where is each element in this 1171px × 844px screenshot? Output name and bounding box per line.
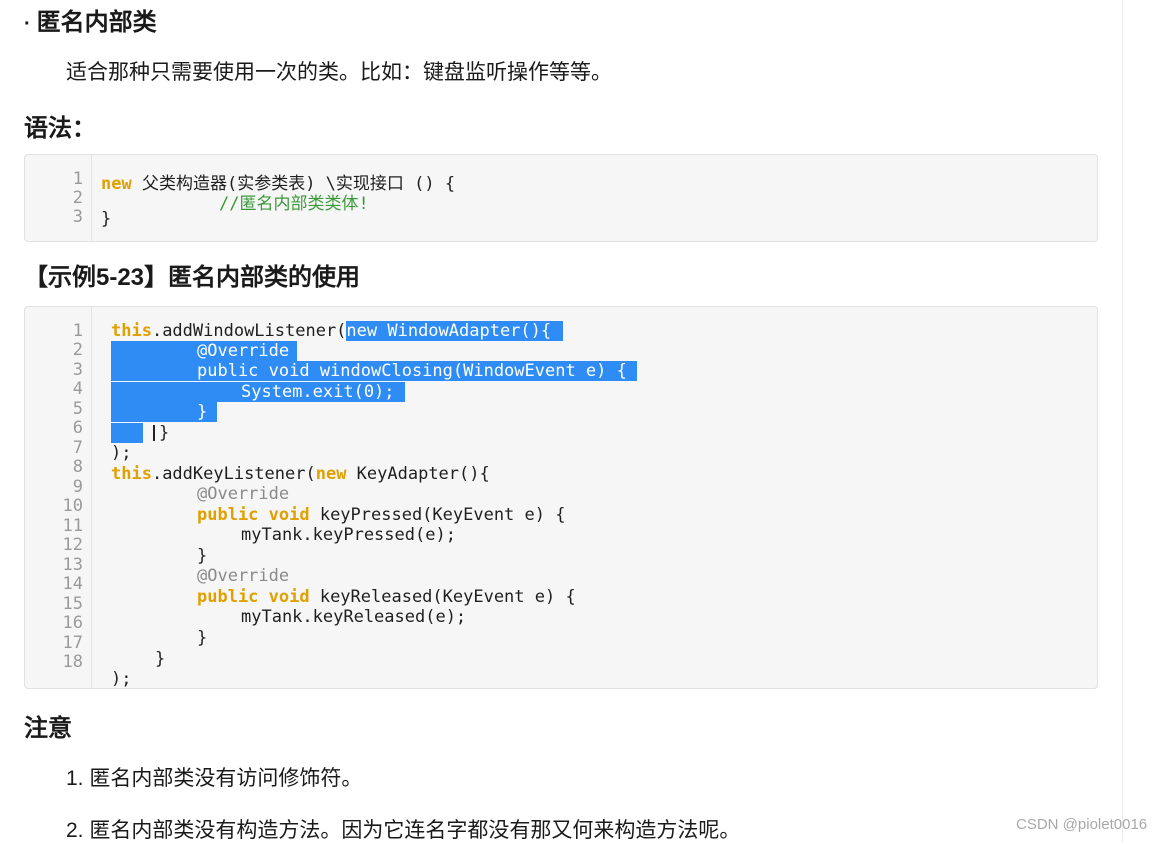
keyword: this <box>111 321 152 341</box>
selection-highlight <box>111 341 197 361</box>
code-annotation: @Override <box>197 566 290 586</box>
page-divider <box>1122 0 1123 842</box>
example-code-block[interactable]: 1 2 3 4 5 6 7 8 9 10 11 12 13 14 15 16 1… <box>24 306 1098 689</box>
selected-keyword: public void <box>197 361 310 381</box>
selection-highlight <box>111 361 197 381</box>
syntax-code-block[interactable]: 1 2 3 new 父类构造器(实参类表) \实现接口 () { //匿名内部类… <box>24 154 1098 242</box>
line-number: 14 <box>62 574 83 594</box>
code-line: this.addKeyListener(new KeyAdapter(){ <box>111 464 490 484</box>
code-text: keyPressed(KeyEvent e) { <box>309 505 566 525</box>
code-line: @Override <box>197 341 298 361</box>
keyword: new <box>101 174 132 194</box>
code-line: ); <box>111 443 132 463</box>
code-text: KeyAdapter(){ <box>346 464 490 484</box>
selected-text: System.exit(0); <box>241 382 405 402</box>
line-number: 11 <box>62 516 83 536</box>
code-line: public void keyReleased(KeyEvent e) { <box>197 587 576 607</box>
selected-annotation: @Override <box>197 341 298 361</box>
watermark: CSDN @piolet0016 <box>1016 816 1148 833</box>
code-comment: //匿名内部类类体! <box>219 194 369 214</box>
line-number: 17 <box>62 633 83 653</box>
intro-paragraph: 适合那种只需要使用一次的类。比如：键盘监听操作等等。 <box>66 61 612 84</box>
code-line: } <box>197 546 208 566</box>
line-number: 5 <box>72 399 83 419</box>
line-number: 2 <box>72 340 83 360</box>
keyword: this <box>111 464 152 484</box>
line-number: 8 <box>72 457 83 477</box>
code-line: } <box>197 628 208 648</box>
keyword: public void <box>197 587 310 607</box>
example-heading: 【示例5-23】匿名内部类的使用 <box>24 264 361 291</box>
bullet-dot: · <box>24 13 31 35</box>
code-line: myTank.keyReleased(e); <box>241 607 467 627</box>
selection-highlight <box>111 423 143 443</box>
code-line: public void keyPressed(KeyEvent e) { <box>197 505 565 525</box>
line-number: 13 <box>62 555 83 575</box>
code-line: this.addWindowListener(new WindowAdapter… <box>111 321 564 341</box>
section-title-text: 匿名内部类 <box>36 9 157 36</box>
section-title: · 匿名内部类 <box>24 2 157 37</box>
line-number: 2 <box>72 188 83 208</box>
syntax-line-gutter: 1 2 3 <box>25 155 92 241</box>
code-text: } <box>159 423 170 443</box>
selection-highlight <box>111 382 241 402</box>
line-number: 3 <box>72 360 83 380</box>
code-text: keyReleased(KeyEvent e) { <box>309 587 576 607</box>
note-item: 1. 匿名内部类没有访问修饰符。 <box>66 767 363 790</box>
line-number: 16 <box>62 613 83 633</box>
note-item: 2. 匿名内部类没有构造方法。因为它连名字都没有那又何来构造方法呢。 <box>66 819 741 842</box>
line-number: 10 <box>62 496 83 516</box>
keyword: public void <box>197 505 310 525</box>
text-cursor <box>153 425 155 441</box>
selected-text: new WindowAdapter(){ <box>346 321 564 341</box>
code-line: } <box>155 649 166 669</box>
line-number: 1 <box>72 169 83 189</box>
code-text: .addWindowListener( <box>151 321 347 341</box>
code-line: } <box>101 209 112 229</box>
selected-text: windowClosing(WindowEvent e) { <box>309 361 637 381</box>
code-line: myTank.keyPressed(e); <box>241 525 456 545</box>
selected-text: } <box>197 402 218 422</box>
code-line: } <box>197 402 218 422</box>
line-number: 12 <box>62 535 83 555</box>
line-number: 1 <box>72 321 83 341</box>
code-text: .addKeyListener( <box>151 464 316 484</box>
code-line: System.exit(0); <box>241 382 405 402</box>
line-number: 7 <box>72 438 83 458</box>
line-number: 18 <box>62 652 83 672</box>
notes-heading: 注意 <box>24 715 72 742</box>
code-annotation: @Override <box>197 484 290 504</box>
syntax-heading: 语法： <box>24 115 96 142</box>
code-line: } <box>153 423 169 443</box>
example-line-gutter: 1 2 3 4 5 6 7 8 9 10 11 12 13 14 15 16 1… <box>25 307 92 688</box>
line-number: 15 <box>62 594 83 614</box>
code-line: ); <box>111 669 132 689</box>
line-number: 6 <box>72 418 83 438</box>
code-line: public void windowClosing(WindowEvent e)… <box>197 361 637 381</box>
keyword: new <box>315 464 347 484</box>
line-number: 4 <box>72 379 83 399</box>
line-number: 9 <box>72 477 83 497</box>
line-number: 3 <box>72 207 83 227</box>
